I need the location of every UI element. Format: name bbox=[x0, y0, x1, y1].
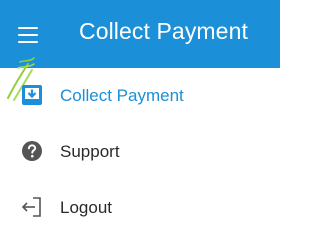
nav-item-label: Logout bbox=[60, 198, 112, 217]
nav-item-label: Support bbox=[60, 142, 120, 161]
app-bar-title: Collect Payment bbox=[79, 18, 248, 44]
menu-button[interactable] bbox=[10, 18, 46, 52]
navigation-drawer: Collect Payment Support Logout bbox=[0, 68, 280, 236]
app-window: Collect Payment Collect Payment Support bbox=[0, 0, 280, 242]
help-circle-icon bbox=[22, 141, 42, 161]
nav-item-logout[interactable]: Logout bbox=[0, 180, 280, 236]
app-bar: Collect Payment bbox=[0, 0, 280, 68]
nav-item-label: Collect Payment bbox=[60, 86, 184, 105]
nav-item-support[interactable]: Support bbox=[0, 124, 280, 180]
logout-icon bbox=[21, 197, 41, 217]
nav-item-collect-payment[interactable]: Collect Payment bbox=[0, 68, 280, 124]
download-box-icon bbox=[22, 85, 42, 105]
